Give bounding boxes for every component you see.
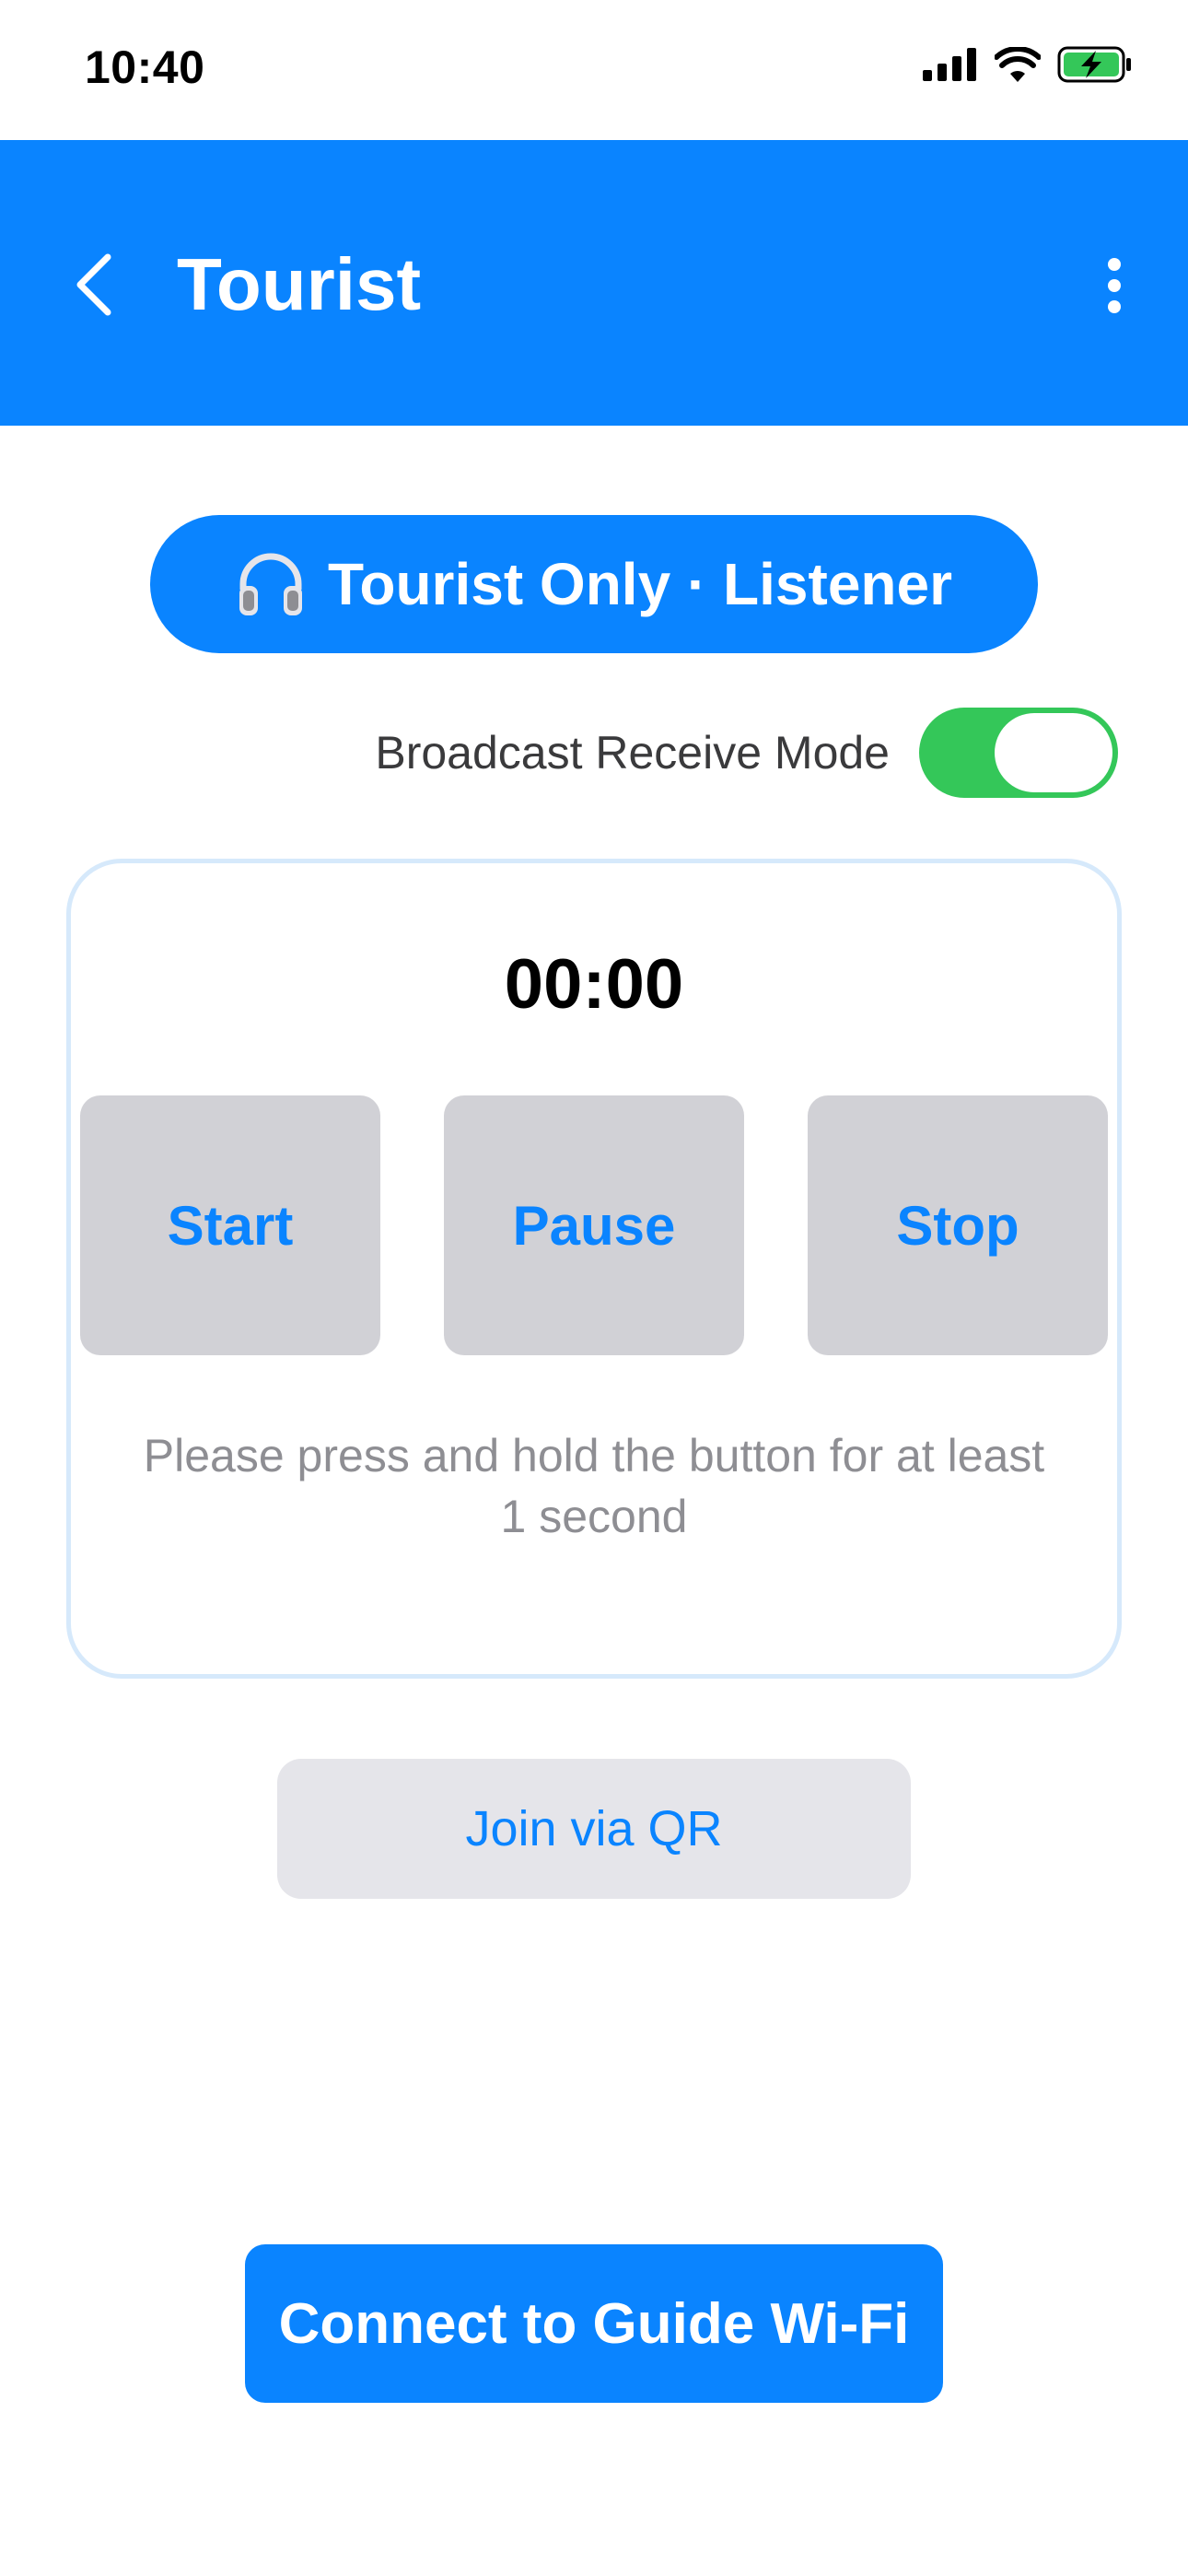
status-time: 10:40 xyxy=(85,41,205,93)
pause-button[interactable]: Pause xyxy=(444,1095,744,1355)
role-badge-label: Tourist Only · Listener xyxy=(328,551,952,617)
status-icons xyxy=(923,46,1133,83)
status-bar: 10:40 xyxy=(0,0,1188,140)
toggle-knob xyxy=(995,713,1112,792)
start-button[interactable]: Start xyxy=(80,1095,380,1355)
back-button[interactable] xyxy=(57,243,131,326)
stop-button[interactable]: Stop xyxy=(808,1095,1108,1355)
timer-display: 00:00 xyxy=(504,945,684,1024)
join-via-qr-button[interactable]: Join via QR xyxy=(277,1759,911,1899)
broadcast-toggle-row: Broadcast Receive Mode xyxy=(0,708,1118,798)
role-badge: Tourist Only · Listener xyxy=(150,515,1038,653)
connect-wifi-button[interactable]: Connect to Guide Wi-Fi xyxy=(245,2244,943,2403)
app-bar: Tourist xyxy=(0,140,1188,426)
headphones-icon xyxy=(239,553,302,615)
battery-charging-icon xyxy=(1057,46,1131,83)
broadcast-receive-toggle[interactable] xyxy=(919,708,1118,798)
more-options-button[interactable] xyxy=(1077,246,1151,324)
page-title: Tourist xyxy=(177,243,422,325)
chevron-left-icon xyxy=(76,253,111,316)
broadcast-toggle-label: Broadcast Receive Mode xyxy=(375,727,890,779)
signal-icon xyxy=(923,48,976,81)
recorder-card: 00:00 Start Pause Stop Please press and … xyxy=(66,859,1122,1679)
wifi-icon xyxy=(995,47,1041,82)
hold-hint: Please press and hold the button for at … xyxy=(143,1430,1045,1542)
more-vertical-icon xyxy=(1108,257,1121,313)
